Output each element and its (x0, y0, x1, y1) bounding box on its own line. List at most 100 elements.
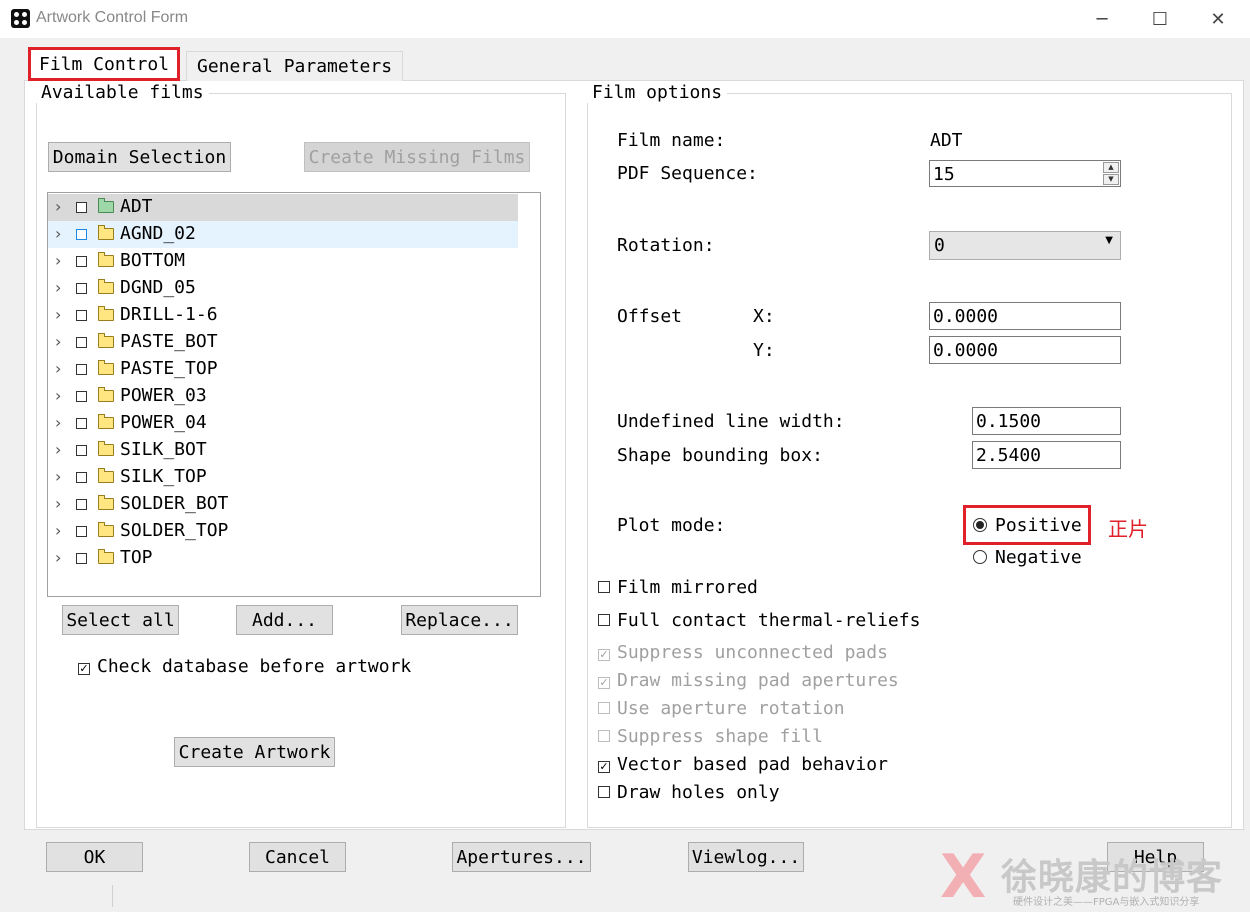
film-tree-item[interactable]: › BOTTOM (48, 248, 518, 275)
draw-holes-only-checkbox[interactable]: Draw holes only (598, 782, 780, 803)
select-all-button[interactable]: Select all (62, 605, 179, 635)
chevron-right-icon[interactable]: › (55, 359, 61, 378)
film-tree-label: POWER_04 (120, 412, 207, 433)
positive-label: Positive (995, 515, 1082, 536)
apertures-button[interactable]: Apertures... (452, 842, 591, 872)
film-tree-label: PASTE_TOP (120, 358, 218, 379)
cancel-button[interactable]: Cancel (249, 842, 346, 872)
film-tree-item[interactable]: › ADT (48, 194, 518, 221)
film-checkbox[interactable] (76, 445, 87, 456)
dropdown-arrow-icon: ▼ (1105, 235, 1113, 246)
draw-holes-only-label: Draw holes only (617, 782, 780, 803)
film-checkbox[interactable] (76, 337, 87, 348)
undefined-line-width-label: Undefined line width: (617, 411, 845, 432)
viewlog-button[interactable]: Viewlog... (688, 842, 804, 872)
create-artwork-button[interactable]: Create Artwork (174, 737, 335, 767)
vector-based-checkbox[interactable]: ✓ Vector based pad behavior (598, 754, 888, 775)
film-checkbox[interactable] (76, 472, 87, 483)
spin-up-icon[interactable]: ▲ (1103, 162, 1119, 173)
folder-icon (98, 441, 114, 456)
folder-icon (98, 225, 114, 240)
use-aperture-rotation-checkbox[interactable]: Use aperture rotation (598, 698, 845, 719)
close-button[interactable]: ✕ (1189, 0, 1247, 38)
film-tree-item[interactable]: › SOLDER_TOP (48, 518, 518, 545)
film-checkbox[interactable] (76, 391, 87, 402)
chevron-right-icon[interactable]: › (55, 386, 61, 405)
chevron-right-icon[interactable]: › (55, 224, 61, 243)
minimize-button[interactable]: ─ (1073, 0, 1131, 38)
ok-button[interactable]: OK (46, 842, 143, 872)
folder-icon (98, 414, 114, 429)
film-tree-item[interactable]: › SILK_TOP (48, 464, 518, 491)
create-missing-films-button[interactable]: Create Missing Films (304, 142, 530, 172)
chevron-right-icon[interactable]: › (55, 548, 61, 567)
maximize-button[interactable]: ☐ (1131, 0, 1189, 38)
chevron-right-icon[interactable]: › (55, 413, 61, 432)
film-tree-item[interactable]: › SOLDER_BOT (48, 491, 518, 518)
checkbox-checked-icon: ✓ (598, 676, 610, 689)
chevron-right-icon[interactable]: › (55, 251, 61, 270)
pdf-sequence-spinner[interactable]: 15 ▲ ▼ (929, 160, 1121, 187)
film-tree-item[interactable]: › AGND_02 (48, 221, 518, 248)
undefined-line-width-input[interactable]: 0.1500 (972, 407, 1121, 435)
film-tree-item[interactable]: › SILK_BOT (48, 437, 518, 464)
positive-radio[interactable]: Positive (973, 515, 1082, 536)
film-checkbox[interactable] (76, 310, 87, 321)
chevron-right-icon[interactable]: › (55, 467, 61, 486)
shape-bounding-box-input[interactable]: 2.5400 (972, 441, 1121, 469)
minimize-icon: ─ (1096, 8, 1108, 30)
film-checkbox[interactable] (76, 202, 87, 213)
folder-icon (98, 306, 114, 321)
film-tree-item[interactable]: › POWER_03 (48, 383, 518, 410)
film-tree-item[interactable]: › DGND_05 (48, 275, 518, 302)
film-checkbox[interactable] (76, 418, 87, 429)
replace-button[interactable]: Replace... (401, 605, 518, 635)
spin-down-icon[interactable]: ▼ (1103, 174, 1119, 185)
film-checkbox[interactable] (76, 553, 87, 564)
film-tree-item[interactable]: › DRILL-1-6 (48, 302, 518, 329)
film-mirrored-checkbox[interactable]: Film mirrored (598, 577, 758, 598)
folder-icon (98, 279, 114, 294)
draw-missing-checkbox[interactable]: ✓ Draw missing pad apertures (598, 670, 899, 691)
tab-general-parameters[interactable]: General Parameters (186, 51, 404, 81)
suppress-unconnected-label: Suppress unconnected pads (617, 642, 888, 663)
film-tree-item[interactable]: › POWER_04 (48, 410, 518, 437)
offset-x-label: X: (753, 306, 775, 327)
film-checkbox[interactable] (76, 364, 87, 375)
suppress-unconnected-checkbox[interactable]: ✓ Suppress unconnected pads (598, 642, 888, 663)
film-tree-label: AGND_02 (120, 223, 196, 244)
use-aperture-rotation-label: Use aperture rotation (617, 698, 845, 719)
rotation-select[interactable]: 0 ▼ (929, 231, 1121, 260)
chevron-right-icon[interactable]: › (55, 494, 61, 513)
film-checkbox[interactable] (76, 499, 87, 510)
chevron-right-icon[interactable]: › (55, 197, 61, 216)
films-tree[interactable]: › ADT › AGND_02 › BOTTOM › DGND_05 › DRILL-1-6 › PA… (47, 192, 541, 597)
film-checkbox[interactable] (76, 256, 87, 267)
add-button[interactable]: Add... (236, 605, 333, 635)
chevron-right-icon[interactable]: › (55, 332, 61, 351)
film-checkbox[interactable] (76, 526, 87, 537)
full-contact-checkbox[interactable]: Full contact thermal-reliefs (598, 610, 920, 631)
film-tree-item[interactable]: › TOP (48, 545, 518, 572)
tab-film-control[interactable]: Film Control (28, 47, 181, 81)
chevron-right-icon[interactable]: › (55, 440, 61, 459)
film-tree-label: SOLDER_BOT (120, 493, 229, 514)
film-checkbox[interactable] (76, 229, 87, 240)
film-tree-item[interactable]: › PASTE_BOT (48, 329, 518, 356)
chevron-right-icon[interactable]: › (55, 521, 61, 540)
suppress-shape-fill-checkbox[interactable]: Suppress shape fill (598, 726, 823, 747)
chevron-right-icon[interactable]: › (55, 278, 61, 297)
maximize-icon: ☐ (1151, 8, 1169, 30)
film-tree-item[interactable]: › PASTE_TOP (48, 356, 518, 383)
folder-icon (98, 252, 114, 267)
film-checkbox[interactable] (76, 283, 87, 294)
negative-radio[interactable]: Negative (973, 547, 1082, 568)
check-database-checkbox[interactable]: ✓ Check database before artwork (78, 656, 411, 677)
chevron-right-icon[interactable]: › (55, 305, 61, 324)
suppress-shape-fill-label: Suppress shape fill (617, 726, 823, 747)
domain-selection-button[interactable]: Domain Selection (48, 142, 231, 172)
available-films-legend: Available films (36, 82, 209, 103)
offset-x-input[interactable]: 0.0000 (929, 302, 1121, 330)
checkbox-checked-icon: ✓ (78, 662, 90, 675)
offset-y-input[interactable]: 0.0000 (929, 336, 1121, 364)
